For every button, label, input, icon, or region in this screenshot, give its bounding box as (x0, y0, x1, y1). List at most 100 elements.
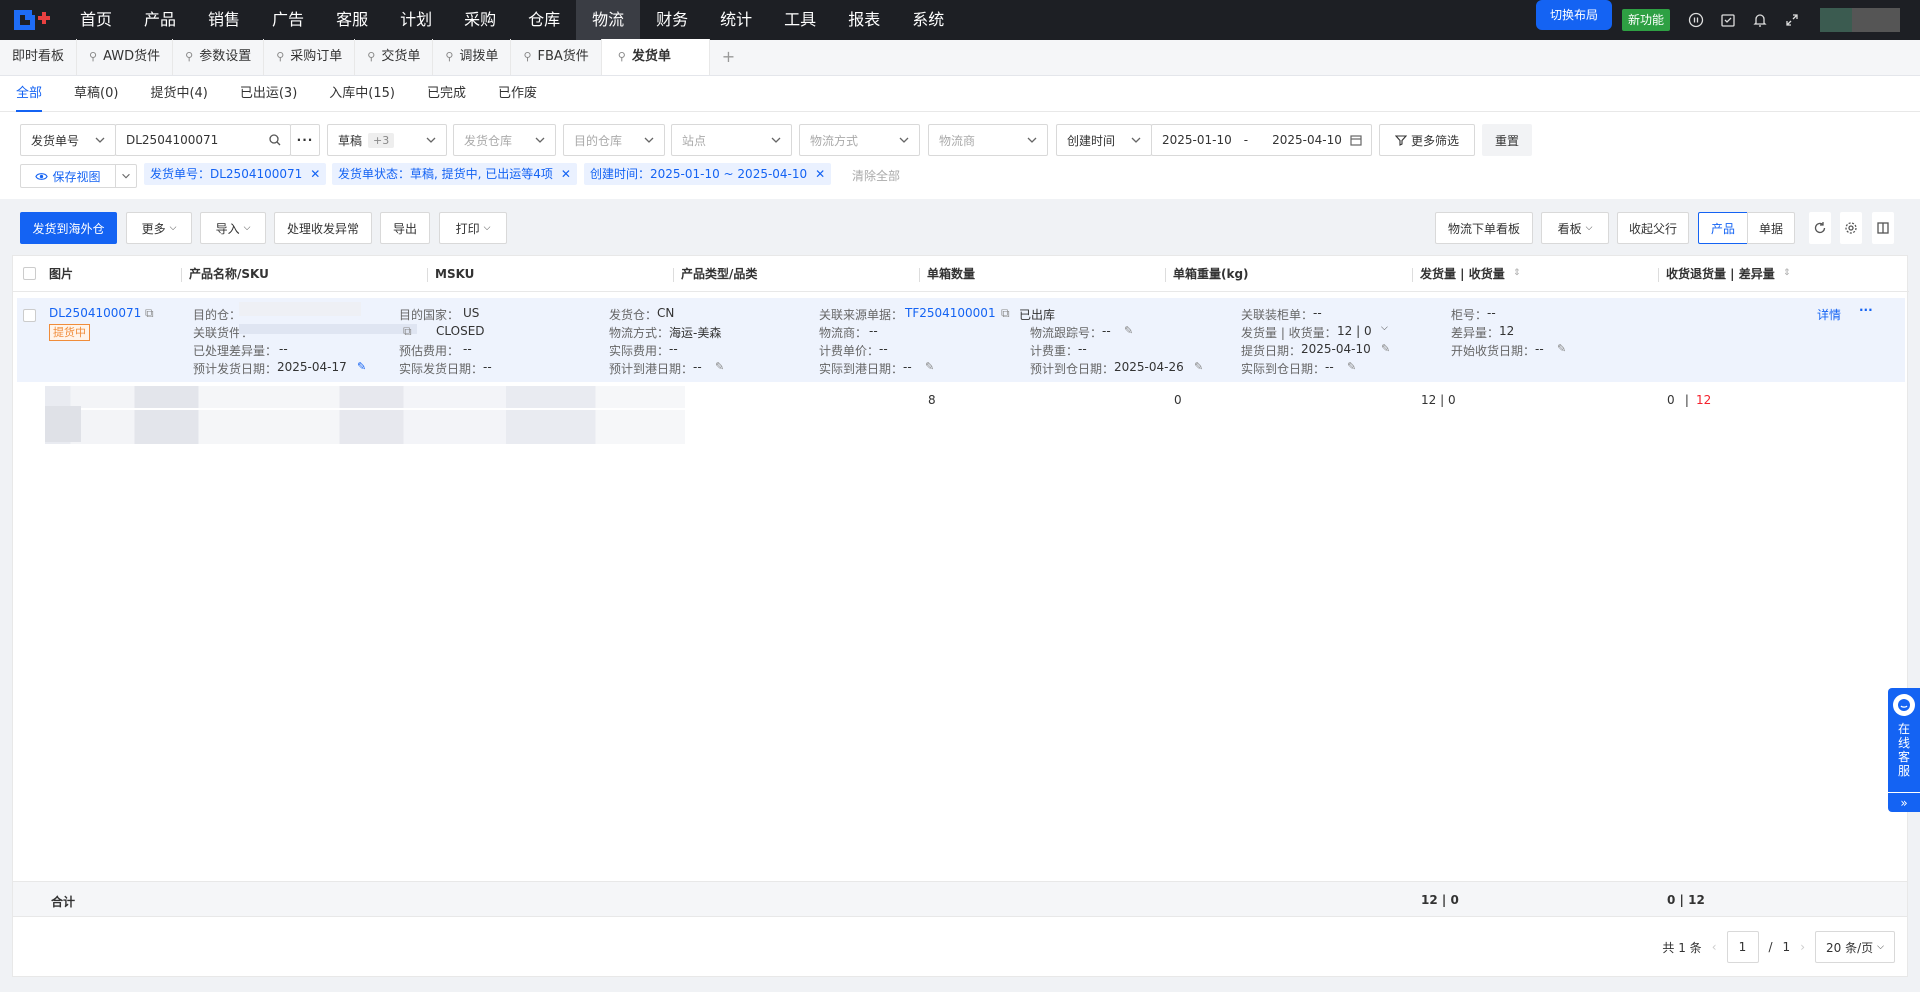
nav-item[interactable]: 财务 (640, 0, 704, 40)
order-no-link[interactable]: DL2504100071 (49, 306, 141, 320)
column-divider[interactable] (1658, 268, 1659, 282)
prev-page-icon[interactable]: ‹ (1712, 940, 1717, 954)
sort-icon[interactable]: ⇕ (1513, 268, 1521, 278)
edit-icon[interactable]: ✎ (1347, 360, 1356, 373)
nav-item[interactable]: 首页 (64, 0, 128, 40)
nav-item[interactable]: 采购 (448, 0, 512, 40)
nav-item[interactable]: 物流 (576, 0, 641, 40)
page-tab[interactable]: ⚲ 采购订单 (264, 39, 356, 75)
pin-icon[interactable]: ⚲ (445, 39, 453, 75)
pin-icon[interactable]: ⚲ (367, 39, 375, 75)
fullscreen-icon[interactable] (1776, 0, 1808, 40)
nav-item[interactable]: 广告 (256, 0, 320, 40)
view-product-toggle[interactable]: 产品 (1698, 212, 1748, 244)
close-icon[interactable]: ✕ (815, 163, 825, 185)
nav-item[interactable]: 系统 (896, 0, 960, 40)
more-actions-button[interactable]: 更多 ⌵ (126, 212, 192, 244)
filter-chip-status[interactable]: 发货单状态：草稿, 提货中, 已出运等4项 ✕ (332, 163, 577, 185)
settings-gear-icon[interactable] (1840, 212, 1862, 244)
search-type-select[interactable]: 发货单号 (20, 124, 116, 156)
edit-icon[interactable]: ✎ (1557, 342, 1566, 355)
view-doc-toggle[interactable]: 单据 (1747, 212, 1795, 244)
site-select[interactable]: 站点 (671, 124, 792, 156)
user-avatar[interactable] (1820, 8, 1900, 32)
pin-icon[interactable]: ⚲ (618, 39, 626, 75)
logo[interactable] (0, 0, 64, 40)
detail-link[interactable]: 详情 (1817, 306, 1841, 323)
sort-icon[interactable]: ⇕ (1783, 268, 1791, 278)
status-select[interactable]: 草稿 +3 (327, 124, 447, 156)
nav-item[interactable]: 报表 (832, 0, 896, 40)
logistics-board-button[interactable]: 物流下单看板 (1435, 212, 1533, 244)
page-number-input[interactable]: 1 (1726, 931, 1759, 963)
status-tab[interactable]: 已完成 (427, 76, 466, 112)
column-divider[interactable] (181, 268, 182, 282)
export-button[interactable]: 导出 (380, 212, 430, 244)
nav-item[interactable]: 工具 (768, 0, 832, 40)
save-view-button[interactable]: 保存视图 (20, 164, 116, 188)
edit-icon[interactable]: ✎ (357, 360, 366, 373)
more-filters-button[interactable]: 更多筛选 (1379, 124, 1475, 156)
ship-overseas-button[interactable]: 发货到海外仓 (20, 212, 117, 244)
copy-icon[interactable]: ⧉ (145, 306, 154, 321)
next-page-icon[interactable]: › (1800, 940, 1805, 954)
nav-item[interactable]: 客服 (320, 0, 384, 40)
column-divider[interactable] (1165, 268, 1166, 282)
column-divider[interactable] (1412, 268, 1413, 282)
copy-icon[interactable]: ⧉ (403, 324, 412, 339)
clear-all-link[interactable]: 清除全部 (852, 167, 900, 184)
save-view-dropdown[interactable] (115, 164, 137, 188)
edit-icon[interactable]: ✎ (1124, 324, 1133, 337)
pin-icon[interactable]: ⚲ (523, 39, 531, 75)
edit-icon[interactable]: ✎ (715, 360, 724, 373)
search-icon[interactable] (268, 133, 282, 147)
new-feature-badge[interactable]: 新功能 (1621, 9, 1670, 31)
carrier-select[interactable]: 物流商 (928, 124, 1048, 156)
nav-item[interactable]: 销售 (192, 0, 256, 40)
time-type-select[interactable]: 创建时间 (1056, 124, 1152, 156)
reset-button[interactable]: 重置 (1482, 124, 1532, 156)
switch-layout-button[interactable]: 切换布局 (1535, 0, 1612, 30)
calendar-check-icon[interactable] (1712, 0, 1744, 40)
nav-item[interactable]: 统计 (704, 0, 768, 40)
row-checkbox[interactable] (23, 309, 36, 322)
more-options-button[interactable]: ··· (290, 124, 320, 156)
bell-icon[interactable] (1744, 0, 1776, 40)
col-ship-recv[interactable]: 发货量 | 收货量 (1420, 256, 1505, 292)
page-tab[interactable]: ⚲ 交货单 (355, 39, 434, 75)
product-thumbnail[interactable] (45, 406, 81, 442)
date-range-picker[interactable]: 2025-01-10 - 2025-04-10 (1151, 124, 1372, 156)
close-icon[interactable]: ✕ (310, 163, 320, 185)
status-tab[interactable]: 全部 (16, 76, 43, 112)
page-tab[interactable]: ⚲ 参数设置 (173, 39, 265, 75)
chevron-down-icon[interactable]: ⌵ (1381, 323, 1388, 333)
column-divider[interactable] (919, 268, 920, 282)
status-tab[interactable]: 草稿(0) (74, 76, 118, 112)
import-button[interactable]: 导入 ⌵ (200, 212, 266, 244)
collapse-parent-button[interactable]: 收起父行 (1617, 212, 1689, 244)
page-tab[interactable]: ⚲ 发货单 (601, 39, 710, 75)
logistics-method-select[interactable]: 物流方式 (799, 124, 920, 156)
nav-item[interactable]: 仓库 (512, 0, 576, 40)
dest-warehouse-select[interactable]: 目的仓库 (563, 124, 665, 156)
edit-icon[interactable]: ✎ (1194, 360, 1203, 373)
filter-chip-created-time[interactable]: 创建时间：2025-01-10 ~ 2025-04-10 ✕ (584, 163, 832, 185)
nav-item[interactable]: 产品 (128, 0, 192, 40)
filter-chip-order-no[interactable]: 发货单号：DL2504100071 ✕ (144, 163, 327, 185)
source-doc-link[interactable]: TF2504100001 (905, 306, 996, 320)
pause-circle-icon[interactable] (1680, 0, 1712, 40)
edit-icon[interactable]: ✎ (925, 360, 934, 373)
add-tab-button[interactable]: + (710, 39, 747, 75)
columns-icon[interactable] (1872, 212, 1894, 244)
handle-exception-button[interactable]: 处理收发异常 (274, 212, 372, 244)
status-tab[interactable]: 入库中(15) (329, 76, 395, 112)
close-icon[interactable]: ✕ (561, 163, 571, 185)
status-tab[interactable]: 已作废 (498, 76, 537, 112)
status-tab[interactable]: 已出运(3) (240, 76, 297, 112)
status-tab[interactable]: 提货中(4) (150, 76, 207, 112)
ship-warehouse-select[interactable]: 发货仓库 (453, 124, 556, 156)
page-tab[interactable]: 即时看板 (0, 39, 78, 75)
page-tab[interactable]: ⚲ AWD货件 (77, 39, 174, 75)
page-size-select[interactable]: 20 条/页 ⌵ (1815, 931, 1895, 963)
pin-icon[interactable]: ⚲ (89, 39, 97, 75)
